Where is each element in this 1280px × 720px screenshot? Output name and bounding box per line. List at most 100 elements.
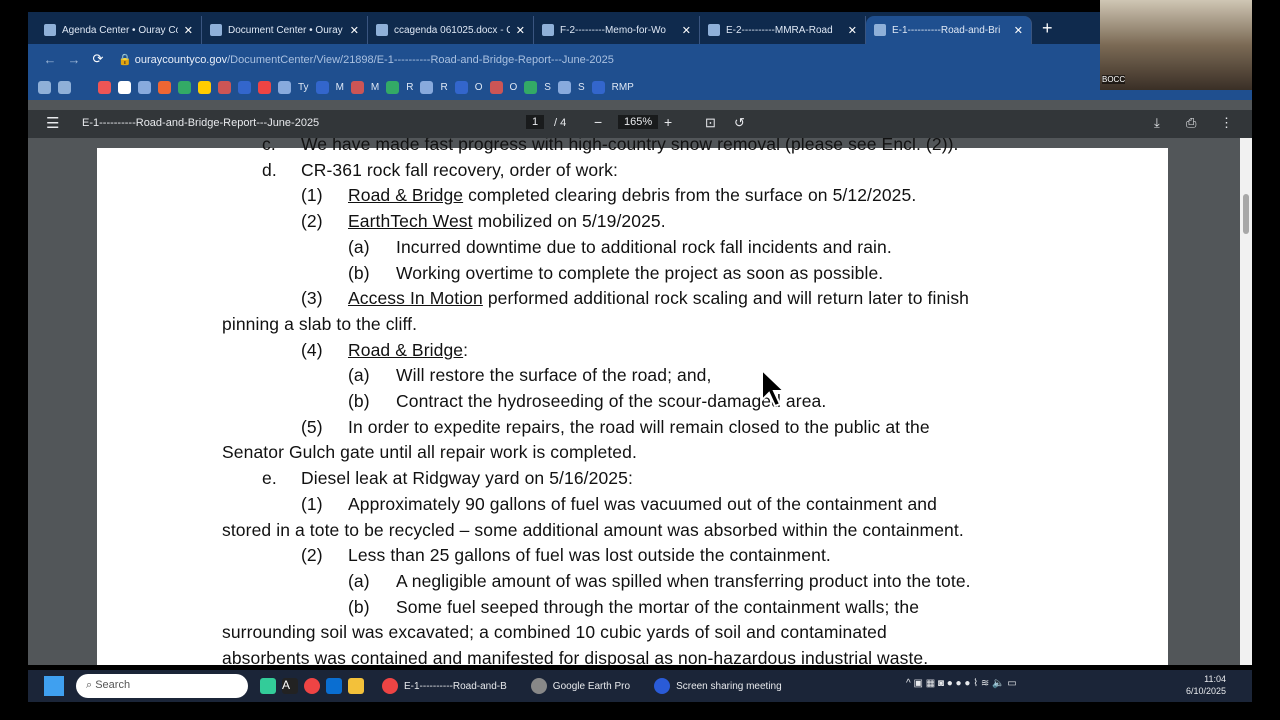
print-icon[interactable]: ⎙ — [1186, 115, 1196, 131]
more-icon[interactable]: ⋮ — [1220, 115, 1233, 131]
outlook-icon[interactable] — [326, 678, 342, 694]
bookmark-label[interactable]: O — [475, 82, 483, 93]
line-text: stored in a tote to be recycled – some a… — [222, 519, 964, 540]
document-line: (2) Less than 25 gallons of fuel was lost… — [301, 545, 831, 566]
tab-0[interactable]: Agenda Center • Ouray Co ✕ — [36, 16, 202, 44]
bookmark-icon[interactable] — [524, 80, 538, 94]
bookmark-label[interactable]: Ty — [298, 82, 309, 93]
menu-icon[interactable]: ☰ — [46, 114, 59, 132]
fit-page-icon[interactable]: ⊡ — [705, 115, 716, 131]
scrollbar[interactable] — [1240, 138, 1252, 665]
bookmark-icon[interactable] — [98, 80, 111, 94]
bookmark-label[interactable]: RMP — [612, 82, 634, 93]
list-marker: (2) — [301, 211, 323, 232]
bookmark-icon[interactable] — [258, 80, 271, 94]
tab-3[interactable]: F-2---------Memo-for-Wo ✕ — [534, 16, 700, 44]
bookmark-icon[interactable] — [218, 80, 231, 94]
favicon-icon — [708, 24, 720, 36]
system-tray[interactable]: ^ ▣ ▦ ◙ ● ● ● ⌇ ≋ 🔈 ▭ — [906, 678, 1017, 689]
download-icon[interactable]: ⤓ — [1154, 115, 1160, 131]
close-tab-icon[interactable]: ✕ — [350, 24, 359, 37]
taskbar-search[interactable]: ⌕ Search — [76, 674, 248, 698]
bookmark-icon[interactable] — [178, 80, 191, 94]
list-marker: (1) — [301, 185, 323, 206]
bookmark-icon[interactable] — [38, 80, 51, 94]
bookmark-label[interactable]: M — [371, 82, 379, 93]
zoom-level-input[interactable]: 165% — [618, 115, 659, 129]
bookmark-icon[interactable] — [454, 80, 468, 94]
document-line: (2) EarthTech West mobilized on 5/19/2025… — [301, 211, 666, 232]
taskbar-app-meeting[interactable]: Screen sharing meeting — [676, 681, 782, 692]
bookmark-icon[interactable] — [58, 80, 71, 94]
close-tab-icon[interactable]: ✕ — [184, 24, 193, 37]
bookmark-icon[interactable] — [420, 80, 434, 94]
chrome-icon[interactable] — [304, 678, 320, 694]
meeting-icon[interactable] — [654, 678, 671, 694]
list-marker: (1) — [301, 493, 323, 514]
list-marker: c. — [262, 138, 276, 154]
underlined-term: Road & Bridge — [348, 339, 464, 360]
list-marker: (2) — [301, 545, 323, 566]
underlined-term: Access In Motion — [348, 288, 483, 309]
bookmark-icon[interactable] — [489, 80, 503, 94]
search-label: Search — [95, 679, 131, 691]
line-text: We have made fast progress with high-cou… — [301, 138, 959, 154]
close-tab-icon[interactable]: ✕ — [1014, 24, 1023, 37]
chrome-window-icon[interactable] — [382, 678, 398, 694]
bookmark-icon[interactable] — [315, 80, 329, 94]
tab-title: F-2---------Memo-for-Wo — [560, 24, 666, 36]
tab-1[interactable]: Document Center • Ouray ✕ — [202, 16, 368, 44]
zoom-in-button[interactable]: + — [664, 114, 672, 130]
google-earth-icon[interactable] — [530, 678, 547, 694]
document-line: (3) Access In Motion performed additional… — [301, 288, 969, 309]
bookmark-label[interactable]: R — [406, 82, 413, 93]
bookmarks-bar: TyMMRROOSSRMPAll Bookmarks — [28, 74, 1252, 100]
page-number-input[interactable]: 1 — [526, 115, 545, 129]
reload-icon[interactable]: ⟳ — [86, 51, 110, 67]
bookmark-icon[interactable] — [350, 80, 364, 94]
bookmark-icon[interactable] — [591, 80, 605, 94]
tab-5[interactable]: E-1----------Road-and-Bri ✕ — [866, 16, 1032, 44]
rotate-icon[interactable]: ↺ — [734, 115, 745, 131]
bookmark-label[interactable]: M — [336, 82, 344, 93]
line-text: Diesel leak at Ridgway yard on 5/16/2025… — [301, 468, 633, 489]
tab-2[interactable]: ccagenda 061025.docx - G ✕ — [368, 16, 534, 44]
bookmark-icon[interactable] — [138, 80, 151, 94]
bookmark-label[interactable]: R — [440, 82, 447, 93]
scrollbar-thumb[interactable] — [1243, 194, 1249, 234]
windows-start-icon[interactable] — [44, 676, 64, 696]
bookmark-icon[interactable] — [78, 81, 91, 94]
bookmark-label[interactable]: S — [544, 82, 551, 93]
back-icon[interactable]: ← — [38, 52, 62, 67]
file-explorer-icon[interactable] — [348, 678, 364, 694]
bookmark-icon[interactable] — [158, 80, 171, 94]
bookmark-icon[interactable] — [198, 80, 211, 94]
tab-title: ccagenda 061025.docx - G — [394, 24, 510, 36]
close-tab-icon[interactable]: ✕ — [516, 24, 525, 37]
close-tab-icon[interactable]: ✕ — [848, 24, 857, 37]
clock[interactable]: 11:04 6/10/2025 — [1186, 673, 1226, 697]
close-tab-icon[interactable]: ✕ — [682, 24, 691, 37]
underlined-term: Road & Bridge — [348, 185, 464, 206]
bookmark-label[interactable]: O — [510, 82, 518, 93]
document-line: (1) Road & Bridge completed clearing debr… — [301, 185, 916, 206]
document-line: (b) Working overtime to complete the proj… — [348, 263, 883, 284]
url-input[interactable]: 🔒 ouraycountyco.gov/DocumentCenter/View/… — [118, 53, 1204, 66]
bookmark-icon[interactable] — [238, 80, 251, 94]
taskbar-app-chrome[interactable]: E-1----------Road-and-B — [404, 681, 507, 692]
tab-4[interactable]: E-2----------MMRA-Road ✕ — [700, 16, 866, 44]
tab-title: E-1----------Road-and-Bri — [892, 24, 1001, 36]
meet-icon[interactable] — [260, 678, 276, 694]
bookmark-icon[interactable] — [557, 80, 571, 94]
forward-icon[interactable]: → — [62, 52, 86, 67]
bookmark-icon[interactable] — [386, 80, 400, 94]
zoom-out-button[interactable]: − — [594, 114, 602, 130]
bookmark-label[interactable]: S — [578, 82, 585, 93]
new-tab-button[interactable]: + — [1042, 18, 1053, 39]
bookmark-icon[interactable] — [278, 80, 291, 94]
camera-label: BOCC — [1102, 75, 1126, 84]
taskbar-app-earth[interactable]: Google Earth Pro — [553, 681, 630, 692]
list-marker: (a) — [348, 236, 370, 257]
bookmark-icon[interactable] — [118, 80, 131, 94]
list-marker: (b) — [348, 596, 370, 617]
